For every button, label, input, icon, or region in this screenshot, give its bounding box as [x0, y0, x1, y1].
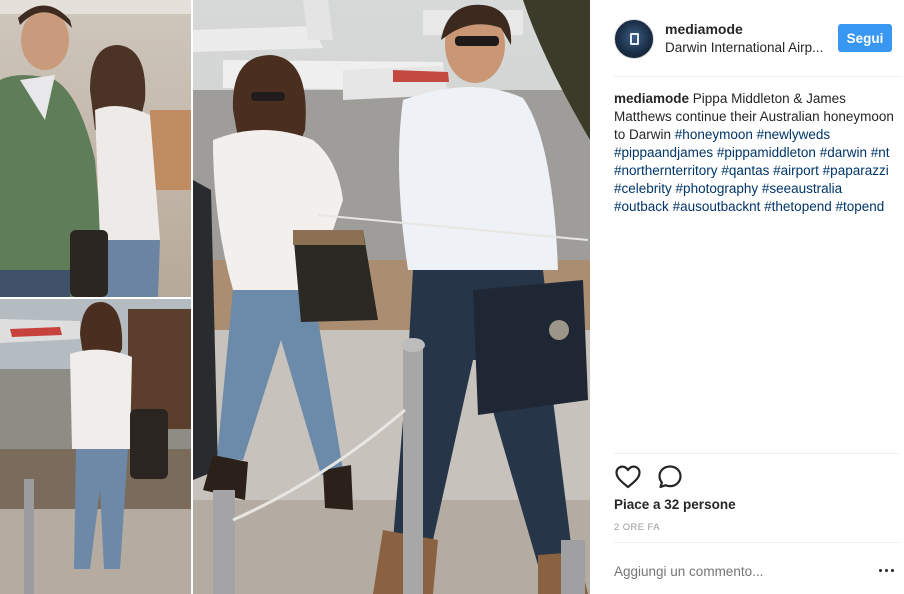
- hashtag-link[interactable]: #ausoutbacknt: [673, 199, 761, 214]
- avatar-glyph: [630, 33, 639, 45]
- post-caption: mediamode Pippa Middleton & James Matthe…: [614, 90, 896, 216]
- follow-button[interactable]: Segui: [838, 24, 892, 52]
- hashtag-link[interactable]: #thetopend: [764, 199, 832, 214]
- hashtag-link[interactable]: #outback: [614, 199, 669, 214]
- caption-username[interactable]: mediamode: [614, 91, 689, 106]
- hashtag-link[interactable]: #darwin: [820, 145, 867, 160]
- hashtag-link[interactable]: #newlyweds: [757, 127, 831, 142]
- hashtag-link[interactable]: #pippamiddleton: [717, 145, 816, 160]
- post-timestamp: 2 ORE FA: [614, 522, 660, 533]
- more-options-icon[interactable]: [874, 560, 898, 580]
- hashtag-link[interactable]: #topend: [836, 199, 885, 214]
- hashtag-link[interactable]: #airport: [773, 163, 819, 178]
- header-divider: [614, 76, 900, 77]
- comment-divider: [614, 542, 900, 543]
- post-header: mediamode Darwin International Airp... S…: [614, 16, 892, 62]
- photo-woman-walking: [0, 299, 191, 594]
- heart-icon[interactable]: [614, 463, 642, 491]
- hashtag-link[interactable]: #qantas: [721, 163, 769, 178]
- likes-count[interactable]: Piace a 32 persone: [614, 497, 736, 512]
- hashtag-link[interactable]: #celebrity: [614, 181, 672, 196]
- hashtag-link[interactable]: #northernterritory: [614, 163, 718, 178]
- hashtag-link[interactable]: #seeaustralia: [762, 181, 842, 196]
- comment-icon[interactable]: [656, 463, 684, 491]
- hashtag-link[interactable]: #photography: [676, 181, 759, 196]
- hashtag-link[interactable]: #nt: [871, 145, 890, 160]
- profile-avatar[interactable]: [614, 19, 654, 59]
- actions-divider: [614, 453, 900, 454]
- hashtag-link[interactable]: #paparazzi: [823, 163, 889, 178]
- hashtag-link[interactable]: #honeymoon: [675, 127, 753, 142]
- photo-couple-walking: [0, 0, 191, 297]
- comment-input[interactable]: [614, 561, 854, 581]
- photo-main-couple-airport: [193, 0, 590, 594]
- post-actions: [614, 463, 698, 491]
- hashtag-link[interactable]: #pippaandjames: [614, 145, 713, 160]
- post-image-collage[interactable]: [0, 0, 590, 594]
- post-details-panel: mediamode Darwin International Airp... S…: [590, 0, 904, 594]
